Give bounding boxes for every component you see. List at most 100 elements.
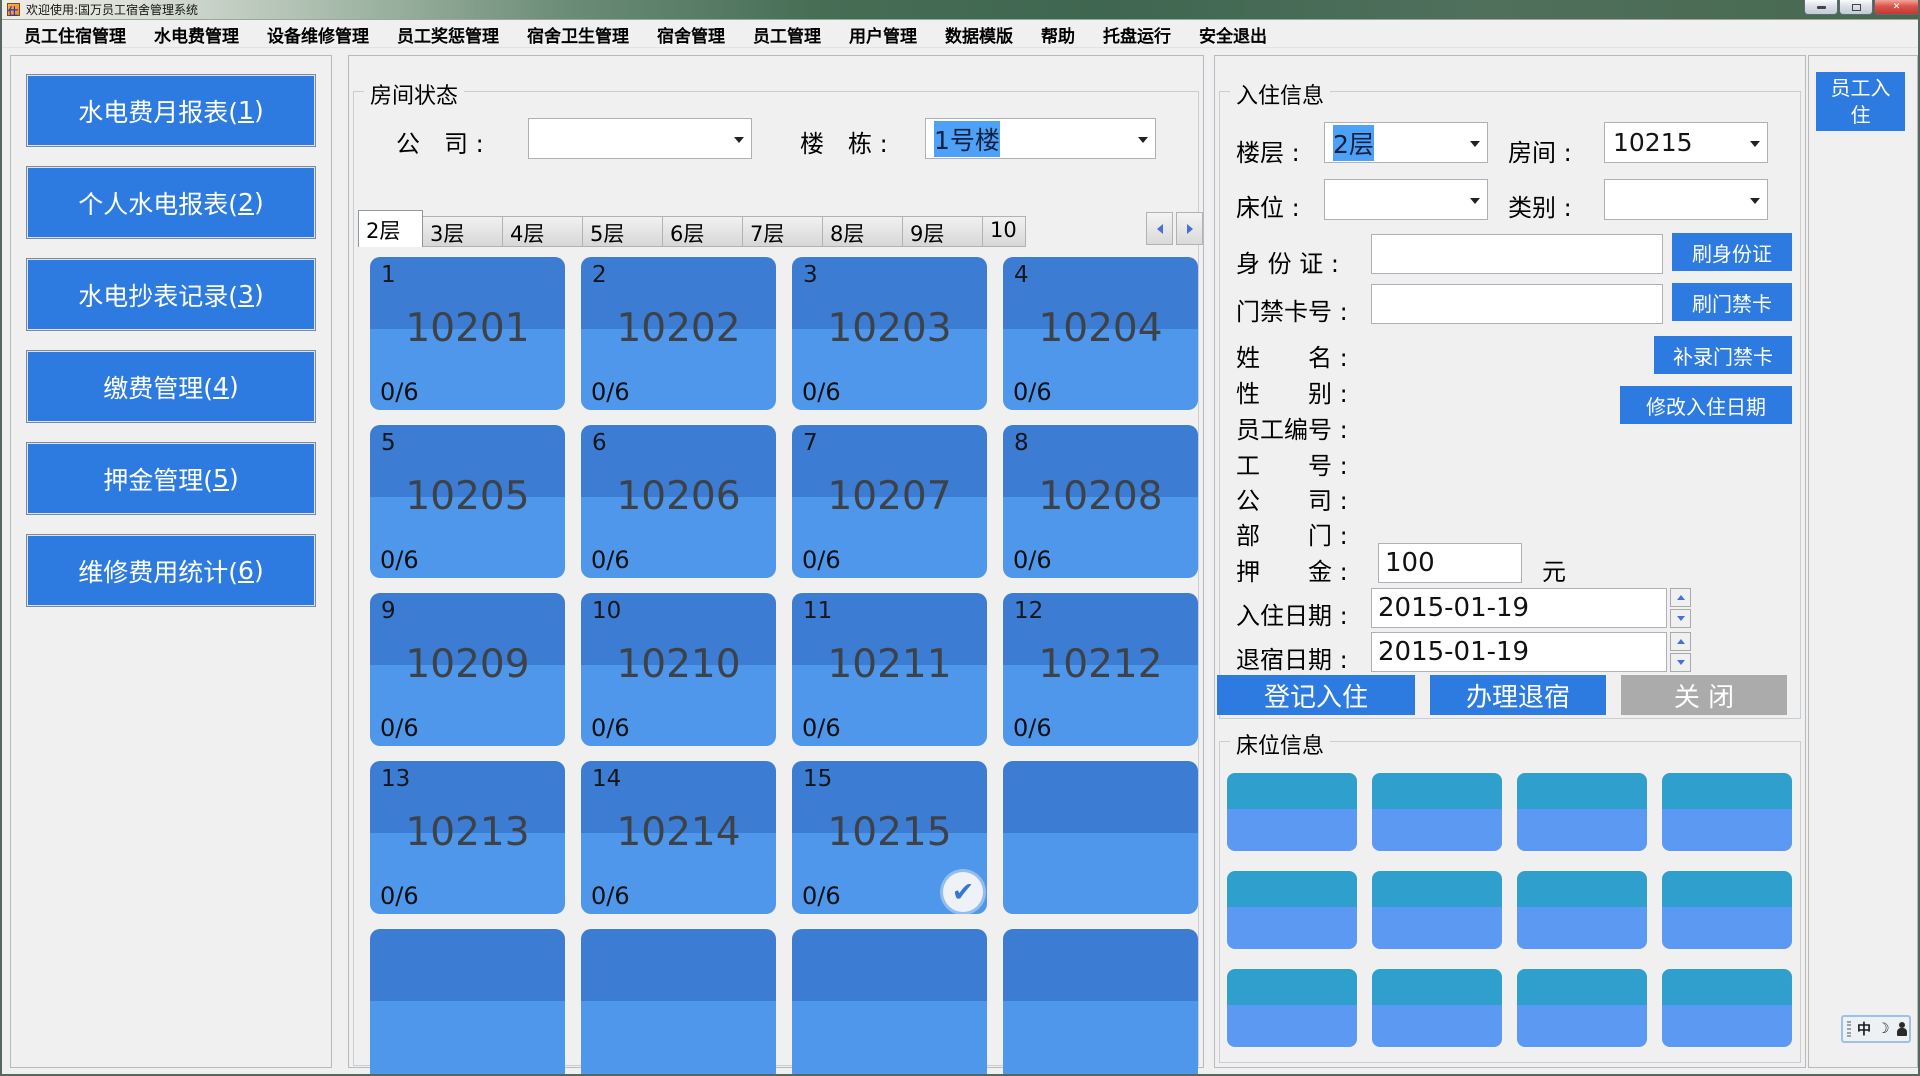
sidebar-button[interactable]: 维修费用统计(6) <box>26 534 316 607</box>
close-button[interactable]: ✕ <box>1874 0 1919 15</box>
room-occupancy: 0/6 <box>802 882 841 910</box>
room-tile[interactable]: 1102010/6 <box>370 257 565 410</box>
ime-person-icon[interactable] <box>1896 1022 1905 1036</box>
checkin-date-input[interactable]: 2015-01-19 <box>1371 588 1667 628</box>
room-tile[interactable]: 7102070/6 <box>792 425 987 578</box>
room-index: 9 <box>381 598 396 624</box>
gender-label: 性 别 : <box>1236 374 1348 409</box>
room-tile[interactable]: 12102120/6 <box>1003 593 1198 746</box>
room-tile[interactable] <box>1003 761 1198 914</box>
menu-item[interactable]: 宿舍卫生管理 <box>513 22 643 47</box>
sidebar-button[interactable]: 押金管理(5) <box>26 442 316 515</box>
checkout-button[interactable]: 办理退宿 <box>1430 675 1606 715</box>
room-tile[interactable]: 15102150/6✔ <box>792 761 987 914</box>
scan-door-card-button[interactable]: 刷门禁卡 <box>1672 283 1792 321</box>
floor-tab[interactable]: 3层 <box>422 216 503 247</box>
menu-item[interactable]: 帮助 <box>1027 22 1089 47</box>
room-tile[interactable] <box>1003 929 1198 1076</box>
bed-tile[interactable] <box>1662 969 1792 1047</box>
supplement-card-button[interactable]: 补录门禁卡 <box>1654 336 1792 374</box>
room-tile[interactable]: 6102060/6 <box>581 425 776 578</box>
sidebar-button[interactable]: 个人水电报表(2) <box>26 166 316 239</box>
room-tile[interactable]: 13102130/6 <box>370 761 565 914</box>
menu-item[interactable]: 员工管理 <box>739 22 835 47</box>
bed-tile[interactable] <box>1662 773 1792 851</box>
room-tile[interactable] <box>581 929 776 1076</box>
sidebar-button[interactable]: 缴费管理(4) <box>26 350 316 423</box>
bed-tile[interactable] <box>1372 773 1502 851</box>
id-card-input[interactable] <box>1371 234 1663 274</box>
floor-tab[interactable]: 6层 <box>662 216 743 247</box>
room-tile[interactable] <box>792 929 987 1076</box>
minimize-button[interactable] <box>1804 0 1838 15</box>
menu-item[interactable]: 宿舍管理 <box>643 22 739 47</box>
floor-tab[interactable]: 5层 <box>582 216 663 247</box>
room-occupancy: 0/6 <box>802 378 841 406</box>
register-checkin-button[interactable]: 登记入住 <box>1217 675 1415 715</box>
room-tile[interactable]: 3102030/6 <box>792 257 987 410</box>
category-select[interactable] <box>1604 179 1768 220</box>
bed-tile[interactable] <box>1517 773 1647 851</box>
deposit-input[interactable] <box>1378 543 1522 583</box>
bed-tile[interactable] <box>1517 969 1647 1047</box>
bed-tile[interactable] <box>1517 871 1647 949</box>
sidebar-button[interactable]: 水电抄表记录(3) <box>26 258 316 331</box>
modify-checkin-date-button[interactable]: 修改入住日期 <box>1620 386 1792 424</box>
tab-scroll-left-button[interactable] <box>1146 212 1173 245</box>
employee-checkin-button[interactable]: 员工入住 <box>1816 72 1905 131</box>
spin-up-button[interactable] <box>1670 632 1691 651</box>
drag-handle-icon[interactable] <box>1847 1021 1851 1037</box>
building-select[interactable]: 1号楼 <box>925 118 1156 159</box>
door-card-input[interactable] <box>1371 284 1663 324</box>
room-tile[interactable] <box>370 929 565 1076</box>
menu-item[interactable]: 安全退出 <box>1185 22 1281 47</box>
room-occupancy: 0/6 <box>591 882 630 910</box>
room-tile[interactable]: 5102050/6 <box>370 425 565 578</box>
ime-language-indicator[interactable]: 中 <box>1857 1019 1871 1039</box>
bed-tile[interactable] <box>1227 969 1357 1047</box>
menu-item[interactable]: 设备维修管理 <box>253 22 383 47</box>
checkout-date-input[interactable]: 2015-01-19 <box>1371 632 1667 672</box>
spin-down-button[interactable] <box>1670 653 1691 672</box>
floor-tab[interactable]: 8层 <box>822 216 903 247</box>
room-tile[interactable]: 11102110/6 <box>792 593 987 746</box>
maximize-button[interactable] <box>1839 0 1873 15</box>
floor-tab[interactable]: 4层 <box>502 216 583 247</box>
menu-item[interactable]: 托盘运行 <box>1089 22 1185 47</box>
chevron-down-icon <box>1138 137 1148 143</box>
floor-tab[interactable]: 2层 <box>358 210 423 247</box>
menu-item[interactable]: 员工住宿管理 <box>10 22 140 47</box>
room-index: 3 <box>803 262 818 288</box>
tab-scroll-right-button[interactable] <box>1176 212 1203 245</box>
bed-tile[interactable] <box>1227 871 1357 949</box>
menu-item[interactable]: 数据模版 <box>931 22 1027 47</box>
scan-id-button[interactable]: 刷身份证 <box>1672 233 1792 271</box>
floor-tab[interactable]: 7层 <box>742 216 823 247</box>
bed-tile[interactable] <box>1372 871 1502 949</box>
room-tile[interactable]: 4102040/6 <box>1003 257 1198 410</box>
menu-item[interactable]: 水电费管理 <box>140 22 253 47</box>
half-width-moon-icon[interactable]: ☽ <box>1877 1021 1890 1037</box>
room-tile[interactable]: 14102140/6 <box>581 761 776 914</box>
bed-tile[interactable] <box>1372 969 1502 1047</box>
bed-select[interactable] <box>1324 179 1488 220</box>
bed-tile[interactable] <box>1227 773 1357 851</box>
menu-item[interactable]: 用户管理 <box>835 22 931 47</box>
floor-tab[interactable]: 9层 <box>902 216 983 247</box>
room-tile[interactable]: 8102080/6 <box>1003 425 1198 578</box>
room-index: 6 <box>592 430 607 456</box>
spin-up-button[interactable] <box>1670 588 1691 607</box>
room-select[interactable]: 10215 <box>1604 122 1768 163</box>
floor-select[interactable]: 2层 <box>1324 122 1488 163</box>
company-select[interactable] <box>528 118 752 159</box>
close-panel-button[interactable]: 关 闭 <box>1621 675 1787 715</box>
room-tile[interactable]: 9102090/6 <box>370 593 565 746</box>
room-tile[interactable]: 10102100/6 <box>581 593 776 746</box>
spin-down-button[interactable] <box>1670 609 1691 628</box>
ime-bar[interactable]: 中 ☽ <box>1841 1015 1911 1043</box>
menu-item[interactable]: 员工奖惩管理 <box>383 22 513 47</box>
room-tile[interactable]: 2102020/6 <box>581 257 776 410</box>
sidebar-button[interactable]: 水电费月报表(1) <box>26 74 316 147</box>
floor-tab[interactable]: 10 <box>982 216 1026 247</box>
bed-tile[interactable] <box>1662 871 1792 949</box>
